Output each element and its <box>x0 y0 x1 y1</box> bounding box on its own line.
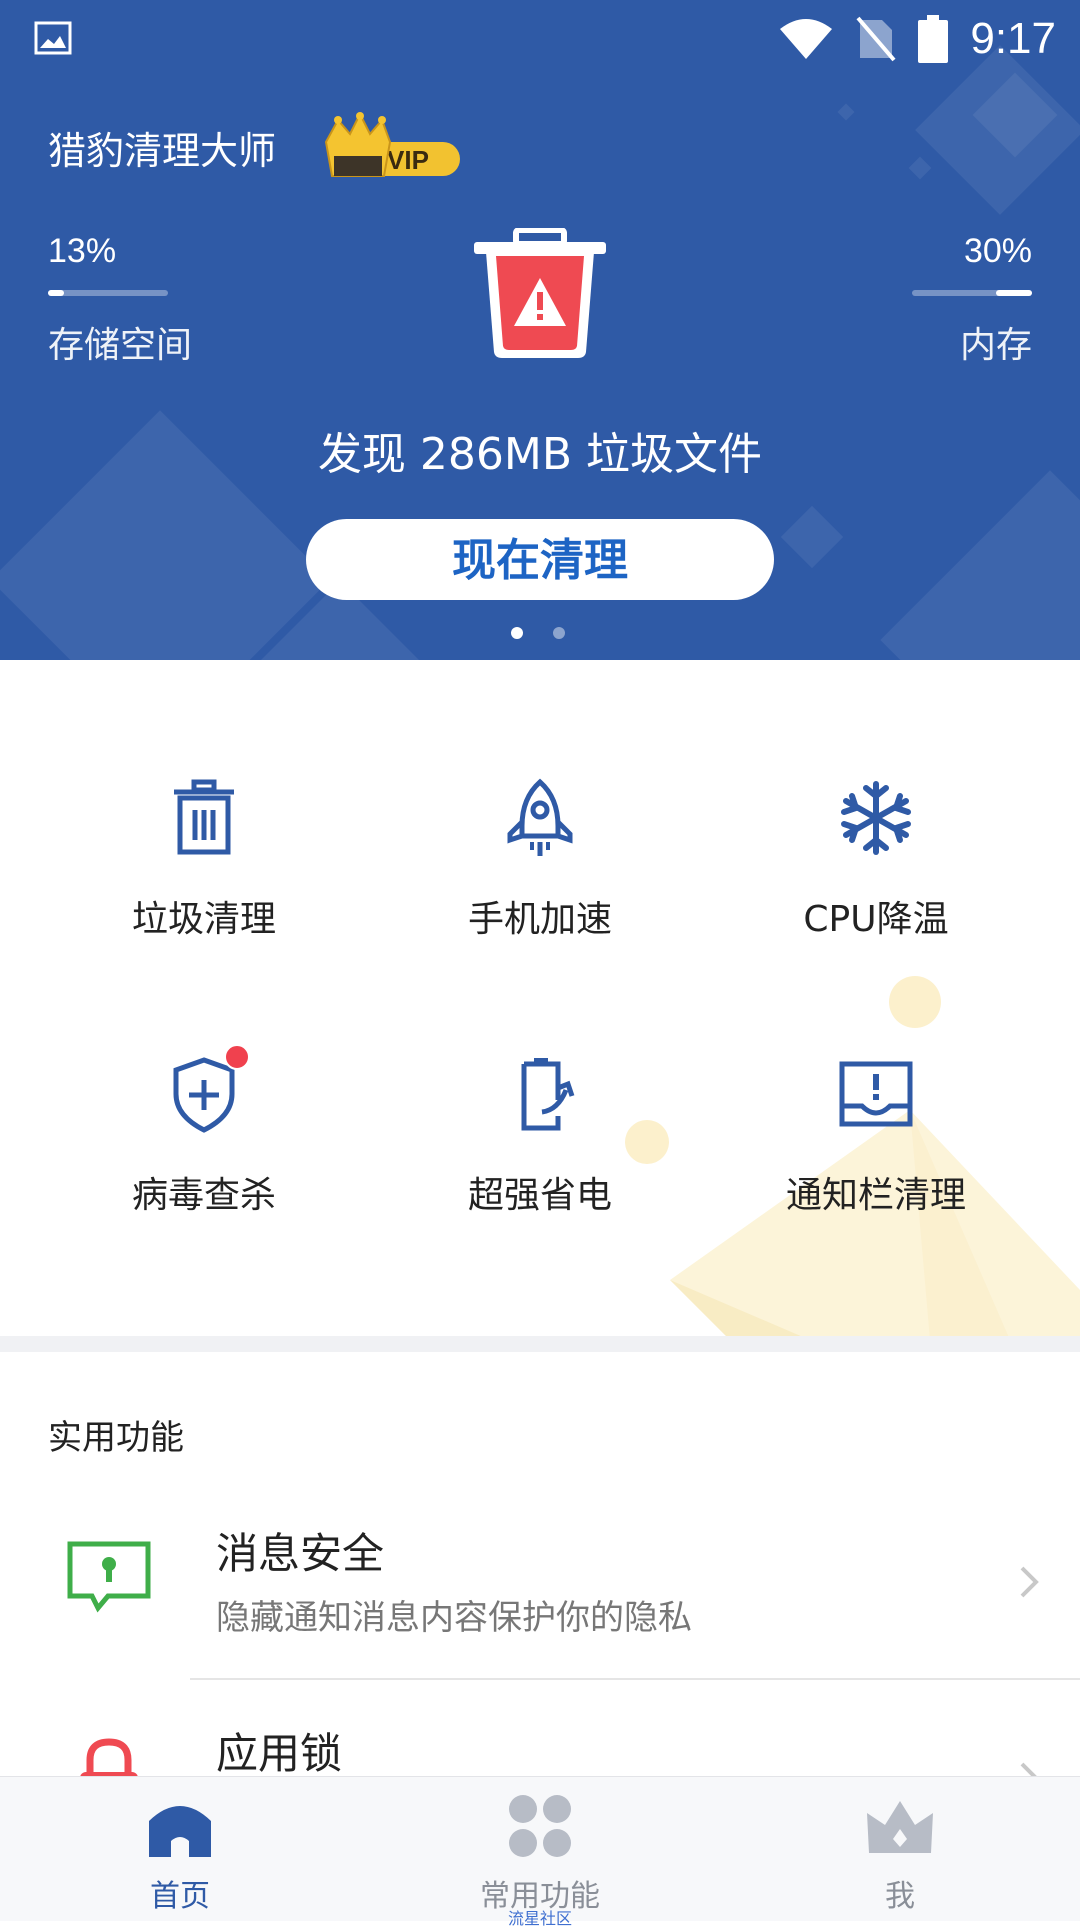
junk-found-text: 发现 286MB 垃圾文件 <box>317 429 763 480</box>
bottom-nav: 首页 常用功能 流星社区 我 <box>0 1776 1080 1928</box>
vip-label: VIP <box>387 145 429 175</box>
storage-gauge-fill <box>48 290 64 296</box>
tool-label: 手机加速 <box>467 899 612 940</box>
decor-diamond <box>780 505 844 569</box>
nav-sublabel: 流星社区 <box>507 1909 572 1928</box>
battery-icon <box>918 15 949 63</box>
chevron-right-icon <box>1020 1566 1039 1598</box>
tool-notification-clean[interactable]: 通知栏清理 <box>726 1054 1026 1254</box>
header-banner: 9:17 猎豹清理大师 VIP 13% 存储空间 30% 内存 发现 286MB… <box>0 0 1080 660</box>
memory-gauge <box>912 290 1032 296</box>
message-lock-icon <box>67 1541 151 1613</box>
tool-label: CPU降温 <box>803 899 949 940</box>
wifi-icon <box>780 19 833 59</box>
item-title: 应用锁 <box>216 1729 343 1778</box>
section-divider <box>0 1336 1080 1352</box>
page-indicator <box>0 627 1080 641</box>
crown-icon <box>867 1801 933 1853</box>
decor-diamond <box>837 103 855 121</box>
tool-junk-clean[interactable]: 垃圾清理 <box>54 778 354 978</box>
tool-label: 病毒查杀 <box>131 1175 276 1216</box>
page-dot-active[interactable] <box>511 627 523 639</box>
notification-tray-icon <box>839 1061 913 1127</box>
nav-label: 首页 <box>150 1879 210 1914</box>
list-divider <box>190 1678 1080 1680</box>
storage-gauge <box>48 290 168 296</box>
memory-gauge-fill <box>996 290 1032 296</box>
home-icon <box>149 1806 211 1857</box>
rocket-icon <box>507 778 573 856</box>
section-title: 实用功能 <box>48 1418 184 1458</box>
tool-label: 超强省电 <box>467 1175 612 1216</box>
tool-power-saving[interactable]: 超强省电 <box>390 1054 690 1254</box>
status-bar: 9:17 <box>0 0 1080 78</box>
decor-diamond <box>908 156 932 180</box>
item-title: 消息安全 <box>216 1529 385 1578</box>
nav-tab-me[interactable]: 我 <box>720 1777 1080 1921</box>
memory-percent: 30% <box>963 232 1032 270</box>
item-subtitle: 隐藏通知消息内容保护你的隐私 <box>216 1598 692 1638</box>
gallery-notification-icon <box>34 21 72 55</box>
nav-tab-common-functions[interactable]: 常用功能 流星社区 <box>360 1777 720 1928</box>
trash-warning-icon <box>474 228 606 358</box>
grid-dots-icon <box>509 1795 571 1857</box>
snowflake-icon <box>841 781 911 855</box>
vip-badge[interactable]: VIP <box>322 112 464 182</box>
clean-now-button[interactable]: 现在清理 <box>306 519 774 600</box>
page-dot[interactable] <box>553 627 565 639</box>
tool-grid: 垃圾清理 手机加速 CPU降温 病毒查杀 超强省电 通知栏清理 <box>0 660 1080 1336</box>
tool-cpu-cooling[interactable]: CPU降温 <box>726 778 1026 978</box>
no-sim-icon <box>856 16 896 62</box>
tool-phone-boost[interactable]: 手机加速 <box>390 778 690 978</box>
trash-icon <box>174 779 234 855</box>
battery-cycle-icon <box>521 1058 575 1131</box>
notification-badge <box>224 1044 250 1070</box>
memory-label: 内存 <box>959 325 1032 366</box>
tool-virus-scan[interactable]: 病毒查杀 <box>54 1044 354 1254</box>
nav-tab-home[interactable]: 首页 <box>0 1777 360 1921</box>
tool-label: 通知栏清理 <box>785 1175 966 1216</box>
storage-percent: 13% <box>48 232 117 270</box>
app-title: 猎豹清理大师 <box>48 129 277 173</box>
nav-label: 我 <box>885 1879 915 1914</box>
list-item-message-security[interactable]: 消息安全 隐藏通知消息内容保护你的隐私 <box>0 1500 1080 1700</box>
storage-label: 存储空间 <box>48 325 193 366</box>
status-time: 9:17 <box>970 14 1056 63</box>
tool-label: 垃圾清理 <box>131 899 276 940</box>
